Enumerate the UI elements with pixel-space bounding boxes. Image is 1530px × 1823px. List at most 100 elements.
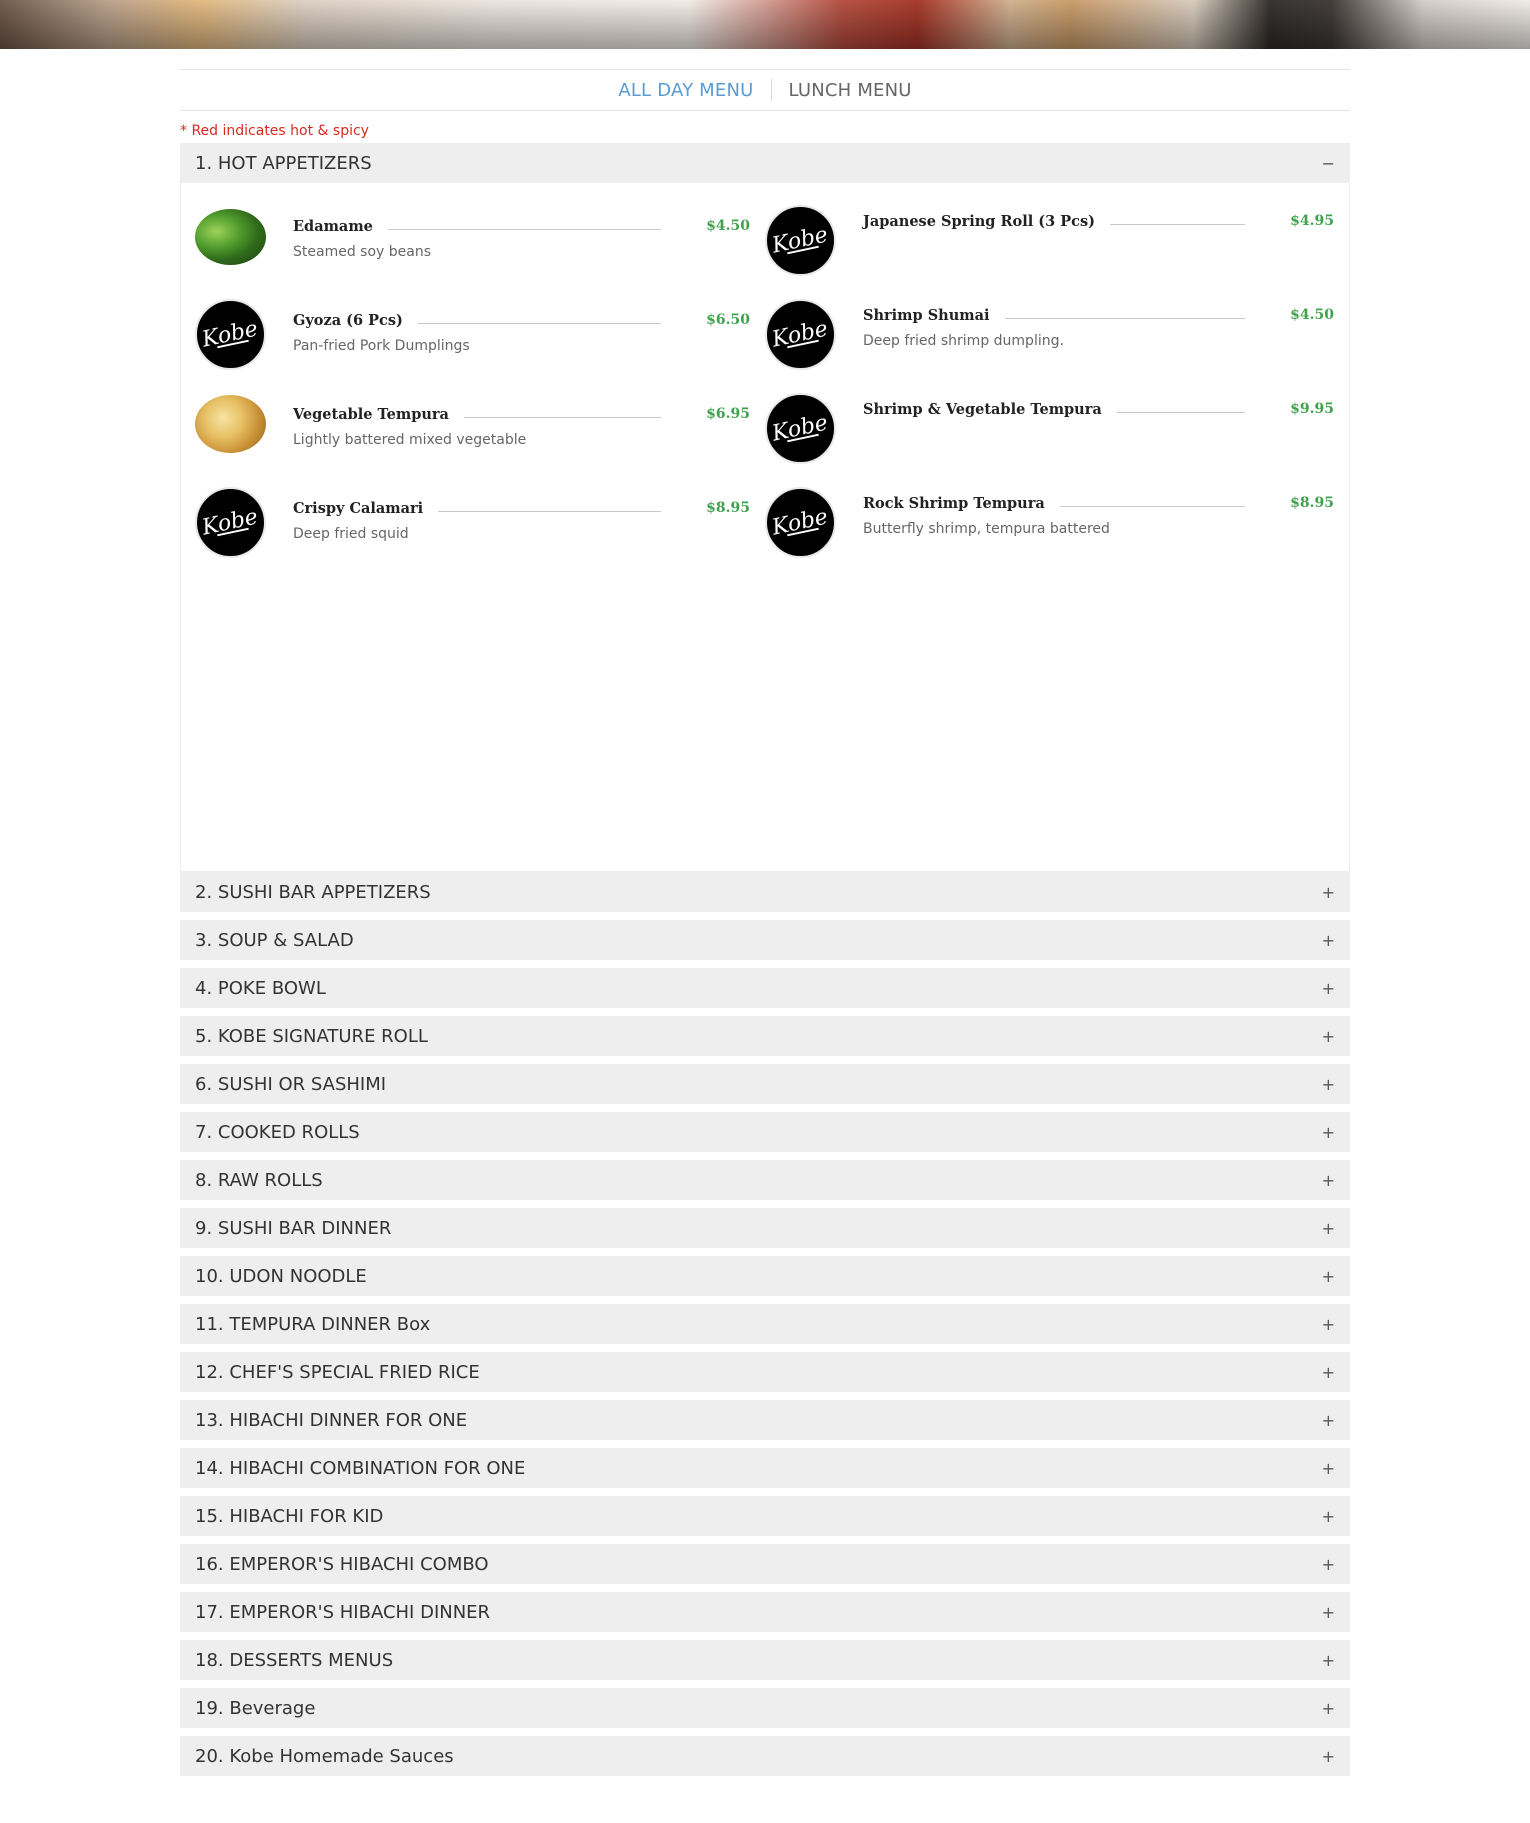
section-header[interactable]: 5. KOBE SIGNATURE ROLL + [180, 1016, 1350, 1056]
menu-item: Vegetable Tempura $6.95 Lightly battered m… [181, 393, 765, 463]
leader-line [438, 510, 662, 512]
expand-icon[interactable]: + [1322, 1699, 1335, 1718]
section-title: 17. EMPEROR'S HIBACHI DINNER [195, 1601, 491, 1623]
faded-item [306, 638, 310, 652]
section-title: 20. Kobe Homemade Sauces [195, 1745, 454, 1767]
section-header[interactable]: 8. RAW ROLLS + [180, 1160, 1350, 1200]
menu-item-name: Shrimp & Vegetable Tempura [863, 400, 1102, 418]
expand-icon[interactable]: + [1322, 1459, 1335, 1478]
expand-icon[interactable]: + [1322, 1267, 1335, 1286]
expand-icon[interactable]: + [1322, 1651, 1335, 1670]
expand-icon[interactable]: + [1322, 1171, 1335, 1190]
expand-icon[interactable]: + [1322, 1123, 1335, 1142]
section-title: 16. EMPEROR'S HIBACHI COMBO [195, 1553, 489, 1575]
leader-line [1116, 411, 1246, 413]
expand-icon[interactable]: + [1322, 1507, 1335, 1526]
expand-icon[interactable]: + [1322, 1027, 1335, 1046]
menu-item-info: Rock Shrimp Tempura $8.95 Butterfly shrimp… [863, 487, 1334, 557]
section-header[interactable]: 10. UDON NOODLE + [180, 1256, 1350, 1296]
section-header[interactable]: 13. HIBACHI DINNER FOR ONE + [180, 1400, 1350, 1440]
section-header[interactable]: 16. EMPEROR'S HIBACHI COMBO + [180, 1544, 1350, 1584]
section-title: 4. POKE BOWL [195, 977, 326, 999]
leader-line [1110, 223, 1246, 225]
section-header[interactable]: 12. CHEF'S SPECIAL FRIED RICE + [180, 1352, 1350, 1392]
section-title: 5. KOBE SIGNATURE ROLL [195, 1025, 428, 1047]
section-title: 15. HIBACHI FOR KID [195, 1505, 384, 1527]
section-header[interactable]: 6. SUSHI OR SASHIMI + [180, 1064, 1350, 1104]
menu-item-row: Japanese Spring Roll (3 Pcs) $4.95 [863, 208, 1334, 234]
section-header[interactable]: 14. HIBACHI COMBINATION FOR ONE + [180, 1448, 1350, 1488]
menu-item-row: Crispy Calamari $8.95 [293, 495, 750, 521]
menu-item-name: Crispy Calamari [293, 499, 424, 517]
menu-item-description: Lightly battered mixed vegetable [293, 432, 527, 448]
menu-item-description: Deep fried shrimp dumpling. [863, 333, 1064, 349]
section-header[interactable]: 19. Beverage + [180, 1688, 1350, 1728]
kobe-logo-image: Kobe [765, 393, 836, 464]
section-header[interactable]: 20. Kobe Homemade Sauces + [180, 1736, 1350, 1776]
menu-item-name: Edamame [293, 217, 373, 235]
menu-item-info: Shrimp & Vegetable Tempura $9.95 [863, 393, 1334, 463]
section-title: 12. CHEF'S SPECIAL FRIED RICE [195, 1361, 480, 1383]
section-header[interactable]: 7. COOKED ROLLS + [180, 1112, 1350, 1152]
tab-all-day-menu[interactable]: ALL DAY MENU [601, 80, 770, 101]
section-header[interactable]: 4. POKE BOWL + [180, 968, 1350, 1008]
section-header[interactable]: 11. TEMPURA DINNER Box + [180, 1304, 1350, 1344]
menu-item-name: Gyoza (6 Pcs) [293, 311, 403, 329]
leader-line [387, 228, 662, 230]
menu-item-row: Vegetable Tempura $6.95 [293, 401, 750, 427]
expand-icon[interactable]: + [1322, 1219, 1335, 1238]
menu-item-price: $6.95 [706, 406, 750, 422]
section-title: 11. TEMPURA DINNER Box [195, 1313, 431, 1335]
menu-item-name: Japanese Spring Roll (3 Pcs) [863, 212, 1096, 230]
section-header[interactable]: 17. EMPEROR'S HIBACHI DINNER + [180, 1592, 1350, 1632]
menu-item-info: Japanese Spring Roll (3 Pcs) $4.95 [863, 205, 1334, 275]
expand-icon[interactable]: + [1322, 883, 1335, 902]
menu-item-price: $4.95 [1290, 213, 1334, 229]
leader-line [1004, 317, 1246, 319]
expand-icon[interactable]: + [1322, 1411, 1335, 1430]
section-header[interactable]: 2. SUSHI BAR APPETIZERS + [180, 872, 1350, 912]
section-header[interactable]: 18. DESSERTS MENUS + [180, 1640, 1350, 1680]
section-header-hot-appetizers[interactable]: 1. HOT APPETIZERS − [180, 143, 1350, 183]
menu-item: Edamame $4.50 Steamed soy beans [181, 205, 765, 275]
expand-icon[interactable]: + [1322, 1555, 1335, 1574]
menu-tabs: ALL DAY MENU LUNCH MENU [180, 69, 1350, 111]
section-title: 1. HOT APPETIZERS [195, 152, 372, 174]
section-title: 9. SUSHI BAR DINNER [195, 1217, 392, 1239]
hero-banner-image [0, 0, 1530, 49]
section-title: 13. HIBACHI DINNER FOR ONE [195, 1409, 468, 1431]
menu-item-price: $4.50 [706, 218, 750, 234]
section-header[interactable]: 15. HIBACHI FOR KID + [180, 1496, 1350, 1536]
menu-item-row: Rock Shrimp Tempura $8.95 [863, 490, 1334, 516]
section-header[interactable]: 3. SOUP & SALAD + [180, 920, 1350, 960]
kobe-logo-image: Kobe [765, 299, 836, 370]
section-header[interactable]: 9. SUSHI BAR DINNER + [180, 1208, 1350, 1248]
menu-item-price: $8.95 [1290, 495, 1334, 511]
expand-icon[interactable]: + [1322, 1603, 1335, 1622]
section-title: 8. RAW ROLLS [195, 1169, 323, 1191]
menu-item-name: Vegetable Tempura [293, 405, 449, 423]
menu-item-info: Crispy Calamari $8.95 Deep fried squid [293, 487, 750, 557]
section-title: 18. DESSERTS MENUS [195, 1649, 394, 1671]
menu-item-row: Edamame $4.50 [293, 213, 750, 239]
expand-icon[interactable]: + [1322, 1747, 1335, 1766]
expand-icon[interactable]: + [1322, 1363, 1335, 1382]
edamame-photo [195, 209, 266, 265]
tempura-photo [195, 395, 266, 453]
expand-icon[interactable]: + [1322, 931, 1335, 950]
expand-icon[interactable]: + [1322, 979, 1335, 998]
collapse-icon[interactable]: − [1322, 154, 1335, 173]
section-title: 7. COOKED ROLLS [195, 1121, 360, 1143]
kobe-logo-image: Kobe [195, 487, 266, 558]
section-title: 6. SUSHI OR SASHIMI [195, 1073, 387, 1095]
expand-icon[interactable]: + [1322, 1075, 1335, 1094]
section-title: 2. SUSHI BAR APPETIZERS [195, 881, 431, 903]
menu-item: Kobe Crispy Calamari $8.95 Deep fried squid [181, 487, 765, 558]
tab-lunch-menu[interactable]: LUNCH MENU [772, 80, 929, 101]
menu-item-description: Butterfly shrimp, tempura battered [863, 521, 1110, 537]
menu-item-price: $6.50 [706, 312, 750, 328]
section-title: 14. HIBACHI COMBINATION FOR ONE [195, 1457, 526, 1479]
expand-icon[interactable]: + [1322, 1315, 1335, 1334]
menu-item-price: $4.50 [1290, 307, 1334, 323]
menu-item-price: $9.95 [1290, 401, 1334, 417]
